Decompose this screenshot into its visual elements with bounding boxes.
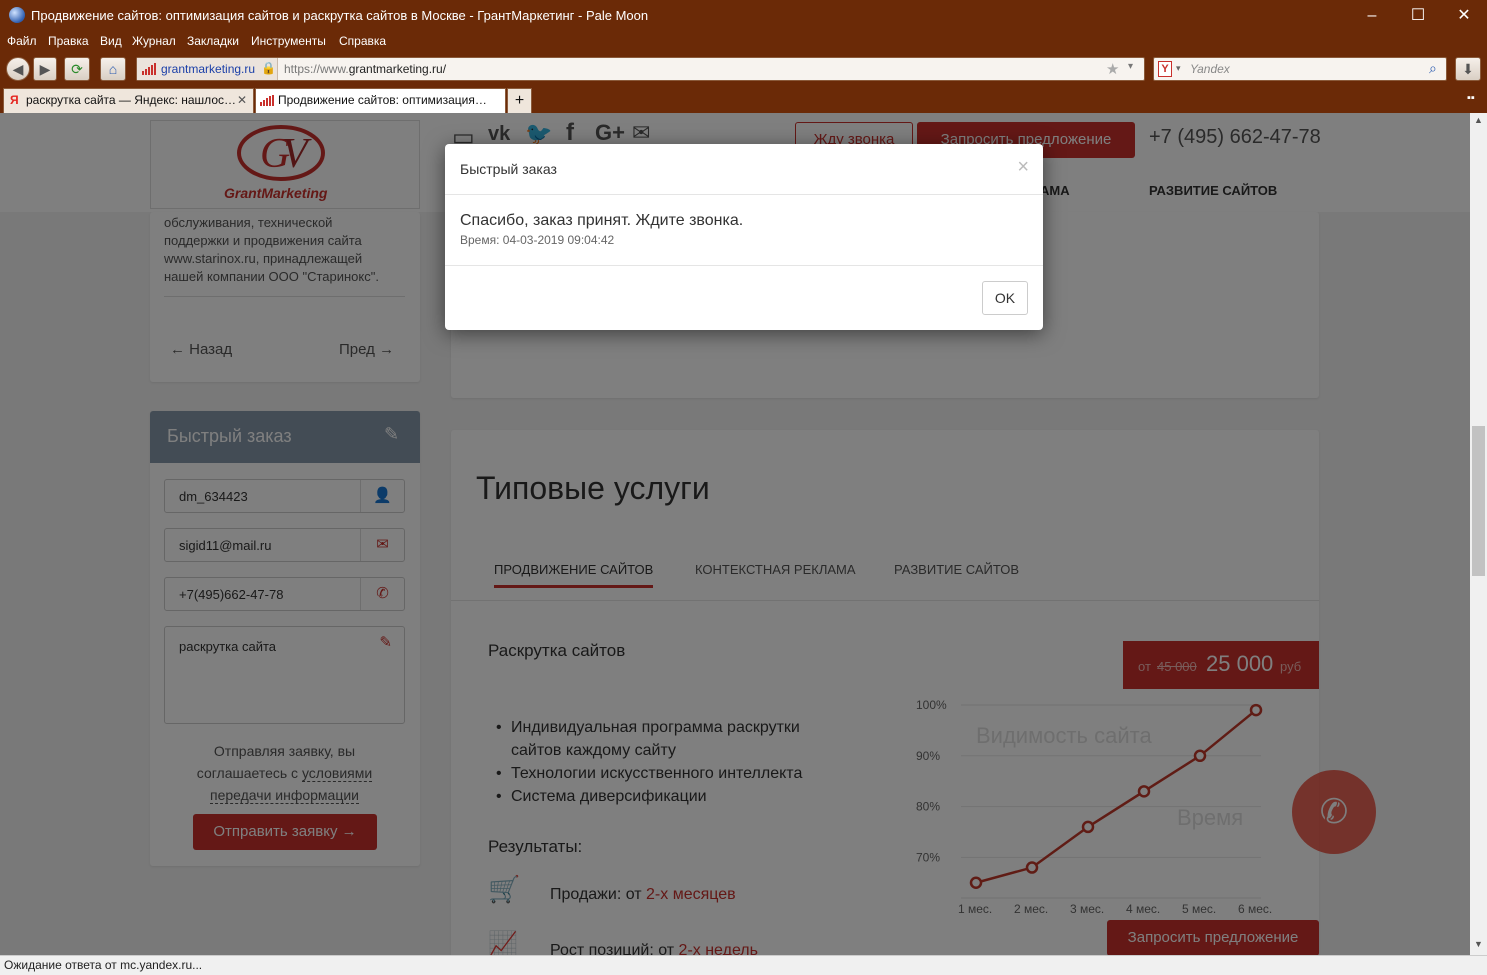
lock-icon: 🔒	[261, 61, 276, 75]
scroll-down-icon[interactable]: ▼	[1474, 939, 1483, 949]
url-text: https://www.grantmarketing.ru/	[284, 62, 447, 76]
palemoon-icon	[9, 7, 25, 23]
home-icon[interactable]: ⌂	[100, 57, 126, 81]
signal-bars-icon	[142, 63, 156, 75]
modal-header: Быстрый заказ ×	[445, 144, 1043, 195]
window-title: Продвижение сайтов: оптимизация сайтов и…	[31, 8, 649, 23]
close-icon[interactable]: ×	[1017, 156, 1029, 179]
menu-help[interactable]: Справка	[339, 34, 386, 48]
new-tab-button[interactable]: +	[507, 88, 532, 113]
modal-title: Быстрый заказ	[460, 161, 557, 177]
tab-list-icon[interactable]: ▪▪	[1467, 92, 1475, 104]
search-icon[interactable]: ⌕	[1429, 60, 1437, 77]
menu-bar: Файл Правка Вид Журнал Закладки Инструме…	[0, 31, 1487, 52]
minimize-icon[interactable]: –	[1349, 0, 1395, 31]
address-bar[interactable]: grantmarketing.ru 🔒 https://www.grantmar…	[136, 57, 1145, 81]
scroll-up-icon[interactable]: ▲	[1474, 115, 1483, 125]
modal-body: Спасибо, заказ принят. Ждите звонка. Вре…	[445, 195, 1043, 266]
page-scrollbar[interactable]: ▲ ▼	[1470, 113, 1487, 955]
tab-label: раскрутка сайта — Яндекс: нашлос…	[26, 93, 236, 107]
menu-edit[interactable]: Правка	[48, 34, 89, 48]
quick-order-modal: Быстрый заказ × Спасибо, заказ принят. Ж…	[445, 144, 1043, 330]
ok-button[interactable]: OK	[982, 281, 1028, 315]
search-engine-dropdown-icon[interactable]: ▾	[1176, 63, 1181, 74]
search-placeholder: Yandex	[1190, 62, 1230, 76]
menu-tools[interactable]: Инструменты	[251, 34, 326, 48]
menu-file[interactable]: Файл	[7, 34, 37, 48]
search-bar[interactable]: Y ▾ Yandex ⌕	[1153, 57, 1447, 81]
menu-view[interactable]: Вид	[100, 34, 122, 48]
menu-bookmarks[interactable]: Закладки	[187, 34, 239, 48]
url-dropdown-icon[interactable]: ▾	[1128, 61, 1133, 72]
forward-icon[interactable]: ▶	[33, 57, 57, 81]
yandex-favicon-icon: Я	[10, 93, 19, 107]
grantmarketing-favicon-icon	[260, 95, 274, 106]
site-identity[interactable]: grantmarketing.ru 🔒	[137, 58, 278, 80]
tab-grantmarketing[interactable]: Продвижение сайтов: оптимизация…	[255, 88, 506, 113]
yandex-icon[interactable]: Y	[1158, 61, 1172, 77]
menu-history[interactable]: Журнал	[132, 34, 176, 48]
tab-yandex[interactable]: Я раскрутка сайта — Яндекс: нашлос… ✕	[3, 88, 254, 113]
maximize-icon[interactable]: ☐	[1395, 0, 1441, 31]
back-icon[interactable]: ◀	[6, 57, 30, 81]
close-tab-icon[interactable]: ✕	[237, 89, 247, 112]
tab-label: Продвижение сайтов: оптимизация…	[278, 93, 487, 107]
bookmark-star-icon[interactable]: ★	[1106, 60, 1119, 78]
tab-bar: Я раскрутка сайта — Яндекс: нашлос… ✕ Пр…	[0, 86, 1487, 113]
modal-datetime: Время: 04-03-2019 09:04:42	[460, 233, 615, 247]
site-identity-label: grantmarketing.ru	[161, 62, 256, 76]
scrollbar-thumb[interactable]	[1472, 426, 1485, 576]
window-titlebar: Продвижение сайтов: оптимизация сайтов и…	[0, 0, 1487, 31]
close-window-icon[interactable]: ✕	[1441, 0, 1487, 31]
status-bar: Ожидание ответа от mc.yandex.ru...	[0, 955, 1487, 975]
modal-message: Спасибо, заказ принят. Ждите звонка.	[460, 212, 744, 229]
reload-icon[interactable]: ⟳	[64, 57, 90, 81]
download-icon[interactable]: ⬇	[1455, 57, 1481, 81]
